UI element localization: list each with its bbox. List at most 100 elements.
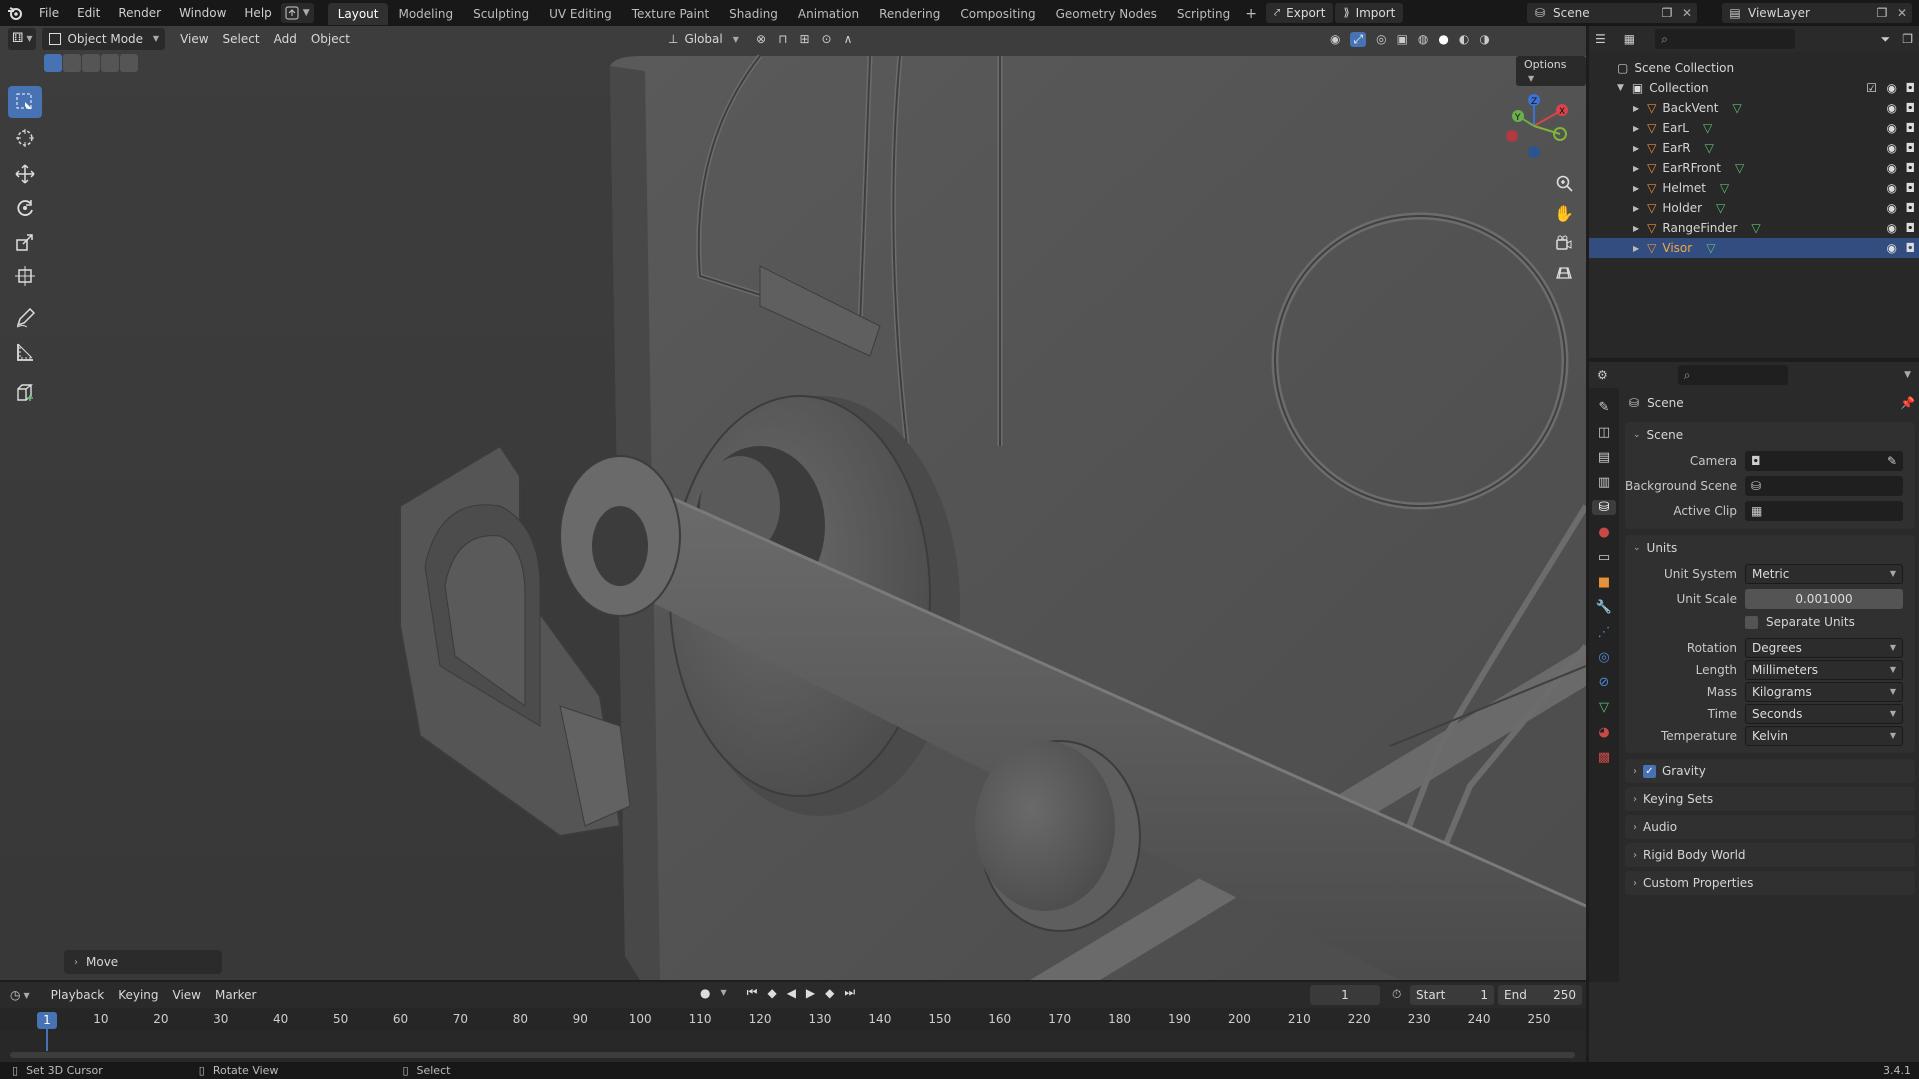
length-dropdown[interactable]: Millimeters ▼ [1745, 660, 1903, 680]
navigation-gizmo[interactable]: Z X Y [1490, 86, 1570, 166]
chevron-down-icon[interactable]: ▼ [1617, 83, 1624, 93]
menu-keying[interactable]: Keying [111, 984, 165, 1006]
gizmo-icon[interactable]: ⤢ [1350, 31, 1367, 47]
current-frame-field[interactable]: 1 [1310, 985, 1380, 1005]
import-button[interactable]: ⟫ Import [1335, 3, 1404, 23]
frame-ruler[interactable]: 1102030405060708090100110120130140150160… [0, 1008, 1586, 1030]
mesh-data-icon[interactable]: ▽ [1705, 141, 1714, 155]
menu-timeline-view[interactable]: View [166, 984, 208, 1006]
tab-layout[interactable]: Layout [327, 3, 389, 25]
scale-tool[interactable] [8, 226, 42, 258]
separate-units-checkbox[interactable] [1745, 615, 1758, 629]
intersect-selection-icon[interactable] [120, 54, 138, 72]
camera-icon[interactable]: ◘ [1906, 161, 1916, 175]
filter-icon[interactable]: ⏷ [1881, 32, 1891, 47]
chevron-right-icon[interactable]: ▶ [1633, 224, 1639, 233]
tab-modeling[interactable]: Modeling [388, 3, 463, 25]
chevron-right-icon[interactable]: ▶ [1633, 244, 1639, 253]
tab-texture-paint[interactable]: Texture Paint [622, 3, 719, 25]
stopwatch-icon[interactable]: ⏱ [1392, 987, 1401, 1002]
camera-icon[interactable]: ◘ [1906, 121, 1916, 135]
camera-field[interactable]: ◘ ✎ [1745, 450, 1903, 471]
close-icon[interactable]: ✕ [1892, 6, 1912, 20]
camera-view-icon[interactable] [1550, 228, 1578, 258]
menu-playback[interactable]: Playback [44, 984, 112, 1006]
collapsed-panel-header[interactable]: › Custom Properties [1625, 871, 1915, 895]
eye-icon[interactable]: ◉ [1887, 101, 1897, 115]
cursor-tool[interactable] [8, 122, 42, 154]
chevron-right-icon[interactable]: ▶ [1633, 204, 1639, 213]
menu-object[interactable]: Object [304, 28, 357, 50]
snap-target-icon[interactable]: ⊞ [799, 32, 809, 46]
solid-shading-icon[interactable]: ● [1438, 32, 1448, 46]
jump-start-icon[interactable]: ⏮ [747, 985, 758, 1000]
physics-tab-icon[interactable]: ◎ [1598, 650, 1609, 665]
world-tab-icon[interactable]: ● [1598, 525, 1609, 540]
chevron-right-icon[interactable]: ▶ [1633, 144, 1639, 153]
eye-icon[interactable]: ◉ [1887, 181, 1897, 195]
temperature-dropdown[interactable]: Kelvin ▼ [1745, 726, 1903, 746]
checkbox-icon[interactable]: ☑ [1866, 81, 1877, 95]
outliner-object-row[interactable]: ▶ ▽ BackVent ▽ ◉ ◘ [1589, 98, 1919, 118]
collection-tab-icon[interactable]: ▭ [1598, 550, 1610, 565]
play-reverse-icon[interactable]: ◀ [787, 986, 796, 1000]
wireframe-shading-icon[interactable]: ◍ [1418, 32, 1428, 46]
set-selection-icon[interactable] [44, 54, 62, 72]
eye-icon[interactable]: ◉ [1887, 141, 1897, 155]
chevron-down-icon[interactable]: ▼ [1904, 370, 1911, 380]
mode-selector[interactable]: Object Mode ▼ [42, 28, 166, 50]
units-panel-header[interactable]: ⌄ Units [1625, 535, 1915, 561]
jump-end-icon[interactable]: ⏭ [844, 985, 855, 1000]
editor-type-selector[interactable]: ⚅ ▼ [8, 28, 37, 50]
outliner-collection[interactable]: ▼ ▣ Collection ☑ ◉ ◘ [1589, 78, 1919, 98]
scene-panel-header[interactable]: ⌄ Scene [1625, 422, 1915, 448]
visibility-icon[interactable]: ◉ [1330, 32, 1340, 46]
eye-icon[interactable]: ◉ [1887, 81, 1897, 95]
collapsed-panel-header[interactable]: › Keying Sets [1625, 787, 1915, 811]
blender-logo-icon[interactable] [0, 0, 30, 26]
transform-tool[interactable] [8, 260, 42, 292]
export-button[interactable]: ⤤ Export [1265, 3, 1334, 23]
tab-rendering[interactable]: Rendering [869, 3, 950, 25]
menu-help[interactable]: Help [235, 0, 280, 26]
rendered-shading-icon[interactable]: ◑ [1479, 32, 1489, 46]
outliner-object-row[interactable]: ▶ ▽ EarL ▽ ◉ ◘ [1589, 118, 1919, 138]
tab-scripting[interactable]: Scripting [1167, 3, 1240, 25]
outliner-editor-icon[interactable]: ☰ [1595, 32, 1606, 46]
subtract-selection-icon[interactable] [82, 54, 100, 72]
outliner-object-row[interactable]: ▶ ▽ Visor ▽ ◉ ◘ [1589, 238, 1919, 258]
zoom-icon[interactable] [1550, 168, 1578, 198]
collapsed-panel-header[interactable]: › Audio [1625, 815, 1915, 839]
camera-icon[interactable]: ◘ [1906, 241, 1916, 255]
output-tab-icon[interactable]: ▤ [1598, 450, 1610, 465]
tab-geometry-nodes[interactable]: Geometry Nodes [1046, 3, 1167, 25]
material-tab-icon[interactable]: ◕ [1598, 725, 1609, 740]
scene-tab-icon[interactable]: ⛁ [1592, 500, 1616, 515]
outliner-object-row[interactable]: ▶ ▽ Holder ▽ ◉ ◘ [1589, 198, 1919, 218]
object-tab-icon[interactable]: ■ [1598, 575, 1610, 590]
mesh-data-icon[interactable]: ▽ [1720, 181, 1729, 195]
particles-tab-icon[interactable]: ⋰ [1598, 625, 1611, 640]
mesh-data-icon[interactable]: ▽ [1751, 221, 1760, 235]
record-icon[interactable]: ● [700, 986, 710, 1000]
eyedropper-icon[interactable]: ✎ [1887, 451, 1897, 471]
eye-icon[interactable]: ◉ [1887, 121, 1897, 135]
tab-compositing[interactable]: Compositing [950, 3, 1045, 25]
annotate-tool[interactable] [8, 302, 42, 334]
options-button[interactable]: Options ▼ [1516, 56, 1586, 86]
scene-selector[interactable]: ⛁ Scene ❐ ✕ [1527, 3, 1697, 23]
xray-icon[interactable]: ▣ [1397, 32, 1408, 46]
move-tool[interactable] [8, 158, 42, 190]
measure-tool[interactable] [8, 336, 42, 368]
camera-icon[interactable]: ◘ [1906, 141, 1916, 155]
gravity-checkbox[interactable]: ✓ [1643, 764, 1656, 778]
last-operator-panel[interactable]: › Move [64, 950, 222, 974]
pivot-point-icon[interactable]: ⊗ [756, 32, 766, 46]
copy-icon[interactable]: ❐ [1657, 6, 1677, 20]
menu-select[interactable]: Select [216, 28, 267, 50]
next-keyframe-icon[interactable]: ◆ [825, 986, 834, 1000]
menu-marker[interactable]: Marker [208, 984, 263, 1006]
modifier-tab-icon[interactable]: 🔧 [1596, 600, 1612, 615]
rotation-dropdown[interactable]: Degrees ▼ [1745, 638, 1903, 658]
pan-hand-icon[interactable]: ✋ [1550, 198, 1578, 228]
